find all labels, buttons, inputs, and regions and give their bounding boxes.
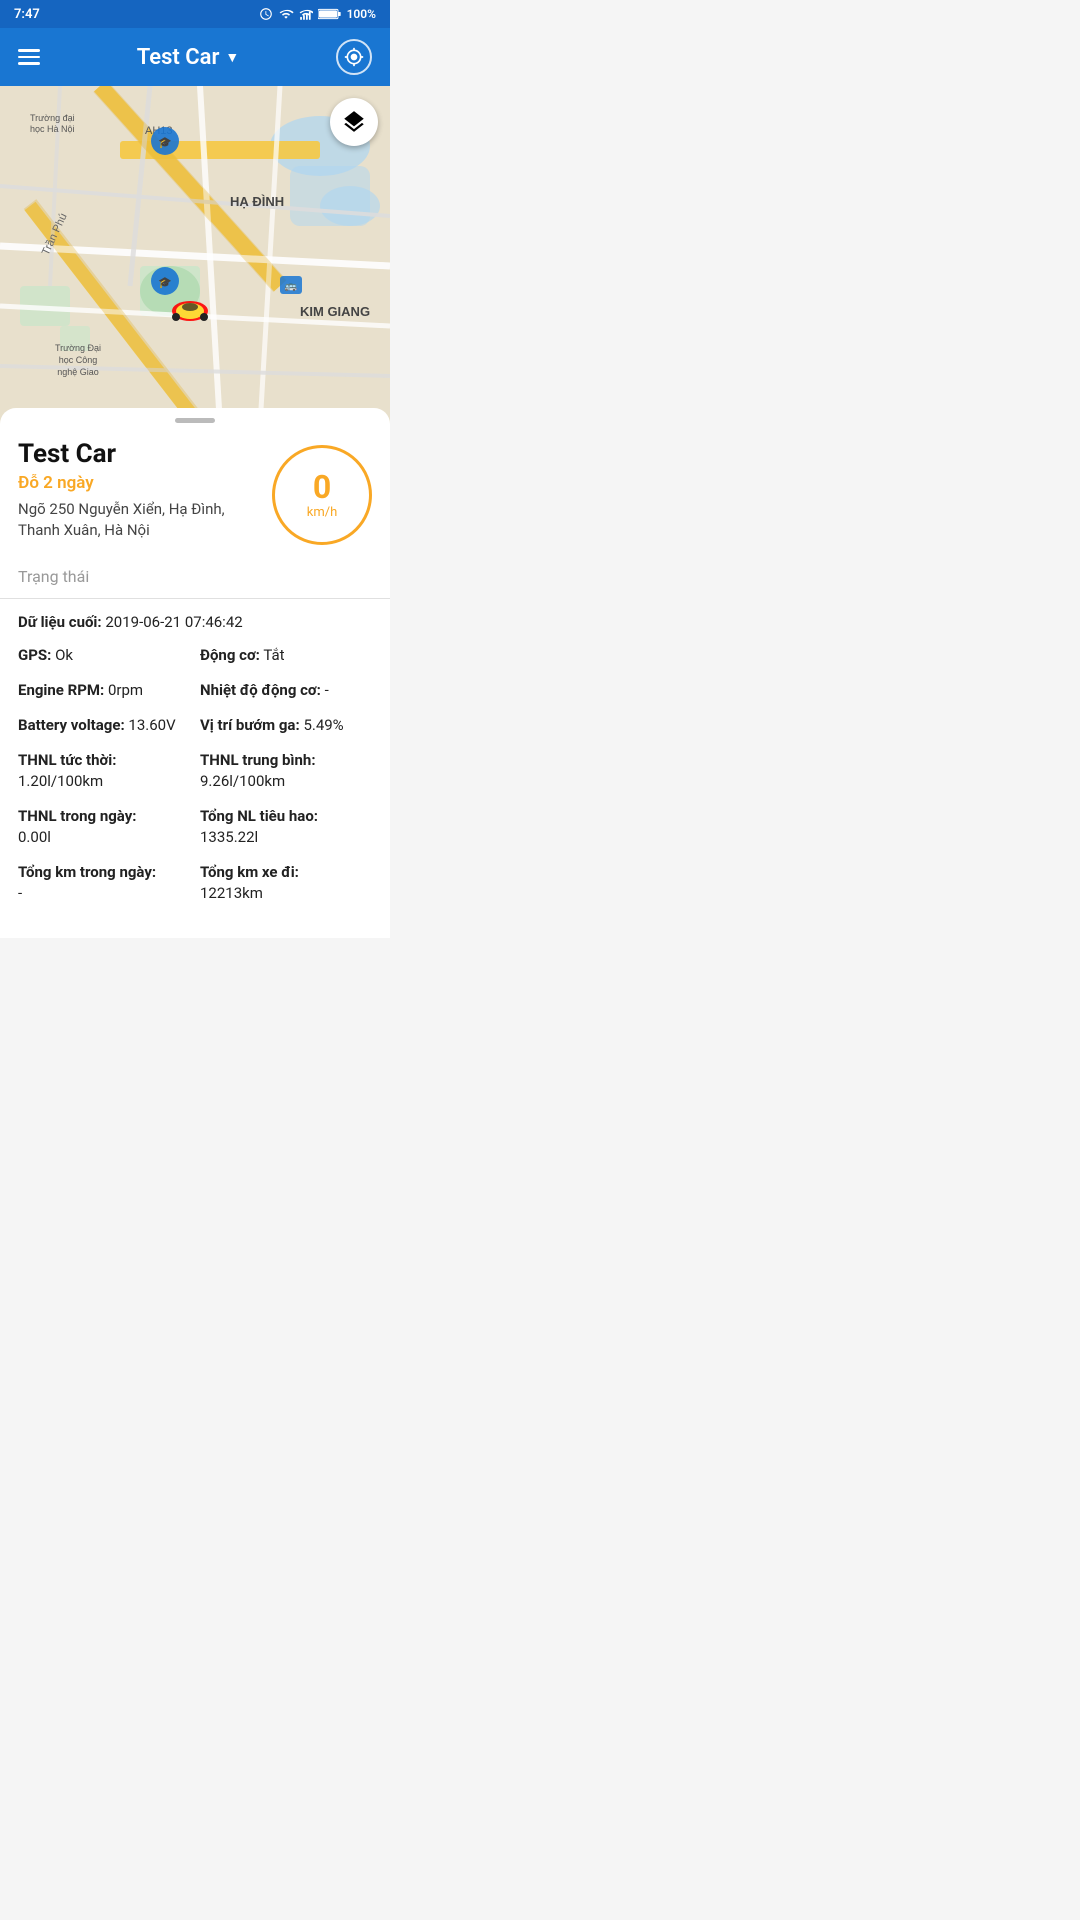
svg-text:🎓: 🎓 xyxy=(158,137,172,149)
data-grid: GPS: Ok Động cơ: Tắt Engine RPM: 0rpm Nh… xyxy=(18,645,372,904)
map-layer-button[interactable] xyxy=(330,98,378,146)
header-title-area[interactable]: Test Car ▼ xyxy=(137,45,240,70)
km-day-label: Tổng km trong ngày: xyxy=(18,862,190,883)
map-view[interactable]: HẠ ĐÌNH KIM GIANG AH13 Trần Phú Trường Đ… xyxy=(0,86,390,426)
data-item-fuel-avg: THNL trung bình: 9.26l/100km xyxy=(200,750,372,792)
menu-button[interactable] xyxy=(18,49,40,65)
engine-temp-value: - xyxy=(325,681,329,699)
gps-value: Ok xyxy=(55,646,73,664)
vehicle-name: Test Car xyxy=(18,439,262,469)
data-item-km-day: Tổng km trong ngày: - xyxy=(18,862,190,904)
speed-indicator: 0 km/h xyxy=(272,445,372,545)
data-section: Dữ liệu cuối: 2019-06-21 07:46:42 GPS: O… xyxy=(0,599,390,918)
km-total-label: Tổng km xe đi: xyxy=(200,862,372,883)
signal-icon xyxy=(299,7,313,21)
svg-text:học Hà Nội: học Hà Nội xyxy=(30,124,75,134)
battery-icon xyxy=(318,7,342,21)
sheet-handle-area[interactable] xyxy=(0,408,390,429)
fuel-total-value: 1335.22l xyxy=(200,827,372,848)
vehicle-info-section: Test Car Đỗ 2 ngày Ngõ 250 Nguyễn Xiển, … xyxy=(0,429,390,559)
svg-text:🎓: 🎓 xyxy=(158,277,172,289)
fuel-day-label: THNL trong ngày: xyxy=(18,806,190,827)
map-background: HẠ ĐÌNH KIM GIANG AH13 Trần Phú Trường Đ… xyxy=(0,86,390,426)
last-data-label: Dữ liệu cuối: xyxy=(18,613,102,631)
status-icons: 100% xyxy=(259,7,376,21)
data-item-fuel-instant: THNL tức thời: 1.20l/100km xyxy=(18,750,190,792)
fuel-day-value: 0.00l xyxy=(18,827,190,848)
speed-unit: km/h xyxy=(307,505,338,520)
svg-text:🚌: 🚌 xyxy=(285,281,298,292)
throttle-value: 5.49% xyxy=(303,716,343,734)
vehicle-address: Ngõ 250 Nguyễn Xiển, Hạ Đình, Thanh Xuân… xyxy=(18,499,238,541)
title-dropdown-icon: ▼ xyxy=(225,49,239,66)
app-header: Test Car ▼ xyxy=(0,28,390,86)
svg-text:nghệ Giao: nghệ Giao xyxy=(57,367,99,377)
fuel-total-label: Tổng NL tiêu hao: xyxy=(200,806,372,827)
trang-thai-row: Trạng thái xyxy=(0,559,390,599)
sheet-handle xyxy=(175,418,215,423)
last-data-row: Dữ liệu cuối: 2019-06-21 07:46:42 xyxy=(18,613,372,631)
battery-label: Battery voltage: xyxy=(18,716,125,734)
battery-value: 13.60V xyxy=(128,716,175,734)
layers-icon xyxy=(341,109,367,135)
km-total-value: 12213km xyxy=(200,883,372,904)
km-day-value: - xyxy=(18,883,190,904)
header-title-text: Test Car xyxy=(137,45,220,70)
my-location-button[interactable] xyxy=(336,39,372,75)
data-item-rpm: Engine RPM: 0rpm xyxy=(18,680,190,701)
engine-status-value: Tắt xyxy=(263,646,284,664)
data-item-battery: Battery voltage: 13.60V xyxy=(18,715,190,736)
fuel-instant-value: 1.20l/100km xyxy=(18,771,190,792)
status-time: 7:47 xyxy=(14,7,40,22)
data-item-engine-temp: Nhiệt độ động cơ: - xyxy=(200,680,372,701)
speed-value: 0 xyxy=(313,471,331,503)
throttle-label: Vị trí bướm ga: xyxy=(200,716,300,734)
rpm-label: Engine RPM: xyxy=(18,681,104,699)
data-item-fuel-day: THNL trong ngày: 0.00l xyxy=(18,806,190,848)
data-item-engine-status: Động cơ: Tắt xyxy=(200,645,372,666)
wifi-icon xyxy=(278,7,294,21)
svg-text:Trường đại: Trường đại xyxy=(30,113,75,123)
data-item-throttle: Vị trí bướm ga: 5.49% xyxy=(200,715,372,736)
engine-temp-label: Nhiệt độ động cơ: xyxy=(200,681,321,699)
location-target-icon xyxy=(344,47,364,67)
gps-label: GPS: xyxy=(18,646,51,664)
vehicle-status: Đỗ 2 ngày xyxy=(18,473,262,493)
svg-text:Trường Đại: Trường Đại xyxy=(55,343,101,353)
trang-thai-label: Trạng thái xyxy=(18,567,89,586)
data-item-fuel-total: Tổng NL tiêu hao: 1335.22l xyxy=(200,806,372,848)
bottom-sheet: Test Car Đỗ 2 ngày Ngõ 250 Nguyễn Xiển, … xyxy=(0,408,390,938)
status-bar: 7:47 100% xyxy=(0,0,390,28)
data-item-gps: GPS: Ok xyxy=(18,645,190,666)
battery-percent: 100% xyxy=(347,7,376,21)
last-data-value: 2019-06-21 07:46:42 xyxy=(105,613,242,631)
svg-text:HẠ ĐÌNH: HẠ ĐÌNH xyxy=(230,194,284,209)
data-item-km-total: Tổng km xe đi: 12213km xyxy=(200,862,372,904)
svg-text:học Công: học Công xyxy=(59,355,98,365)
vehicle-details-left: Test Car Đỗ 2 ngày Ngõ 250 Nguyễn Xiển, … xyxy=(18,439,262,541)
fuel-instant-label: THNL tức thời: xyxy=(18,750,190,771)
svg-text:KIM GIANG: KIM GIANG xyxy=(300,304,370,319)
alarm-icon xyxy=(259,7,273,21)
engine-status-label: Động cơ: xyxy=(200,646,260,664)
fuel-avg-label: THNL trung bình: xyxy=(200,750,372,771)
fuel-avg-value: 9.26l/100km xyxy=(200,771,372,792)
rpm-value: 0rpm xyxy=(108,681,143,699)
